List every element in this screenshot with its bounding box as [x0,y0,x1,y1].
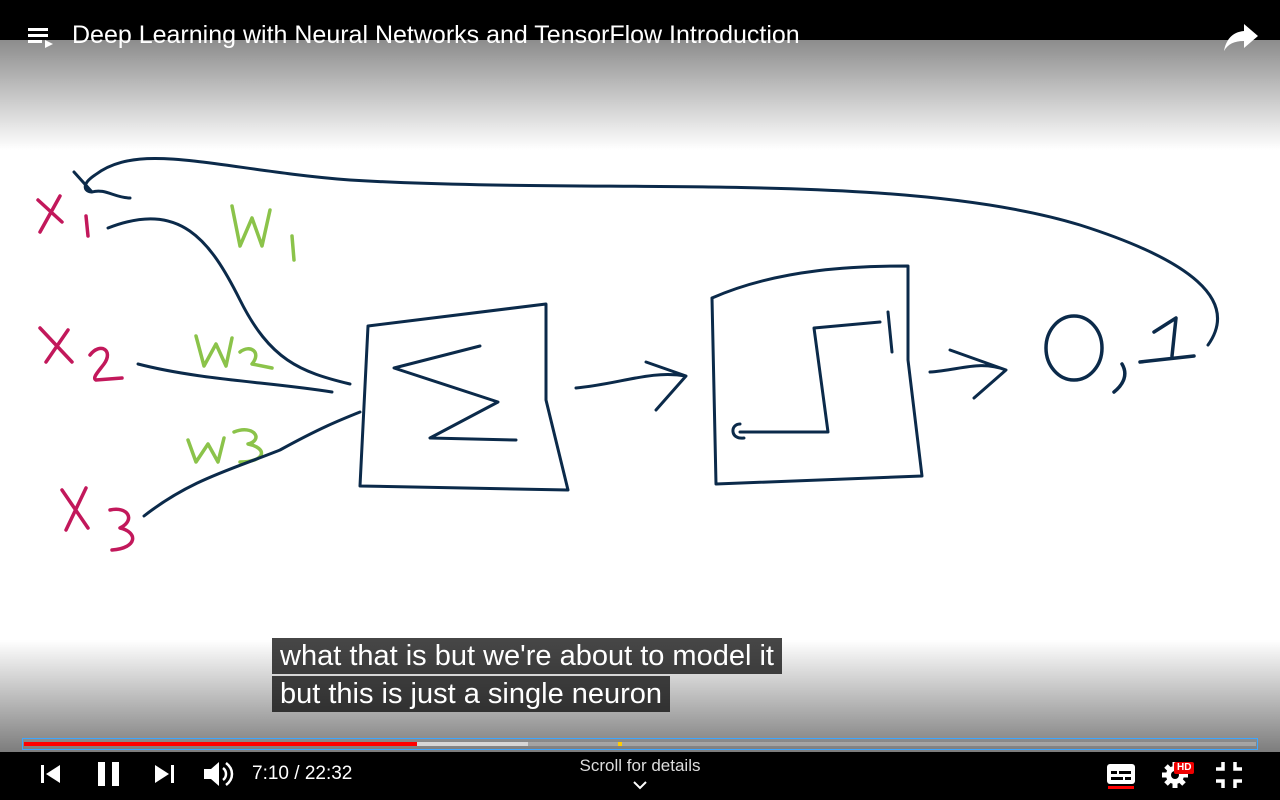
caption-line: what that is but we're about to model it [272,638,782,674]
arrow-to-activation [574,360,688,412]
played-bar [24,742,417,746]
time-display: 7:10 / 22:32 [252,763,353,784]
scroll-for-details[interactable]: Scroll for details [540,756,740,776]
playlist-icon[interactable] [26,24,56,54]
exit-fullscreen-icon[interactable] [1214,760,1244,790]
weight-w1 [230,204,296,262]
player-controls: 7:10 / 22:32 Scroll for details HD [0,752,1280,800]
pause-icon[interactable] [96,760,122,788]
share-icon[interactable] [1222,20,1262,54]
caption-line: but this is just a single neuron [272,676,671,712]
volume-icon[interactable] [202,758,236,790]
weight-w3 [186,428,263,464]
hd-badge: HD [1174,762,1195,774]
title-bar: Deep Learning with Neural Networks and T… [0,0,1280,51]
progress-bar[interactable] [22,738,1258,750]
chevron-down-icon[interactable] [632,780,648,790]
input-lines [106,217,362,518]
feedback-loop-arrow [72,156,1219,347]
weight-w2 [194,334,274,370]
activation-box [710,264,924,486]
next-icon[interactable] [152,762,178,786]
caption-window: what that is but we're about to model it… [272,638,782,714]
output-values [1044,314,1196,394]
input-x3 [60,486,135,552]
subtitles-active-indicator [1108,786,1134,789]
summation-box [358,302,570,492]
previous-icon[interactable] [38,762,64,786]
video-title[interactable]: Deep Learning with Neural Networks and T… [72,20,800,50]
input-x2 [38,326,124,382]
subtitles-icon[interactable] [1106,762,1136,786]
arrow-to-output [928,348,1008,400]
input-x1 [36,194,90,238]
chapter-marker [618,742,622,746]
